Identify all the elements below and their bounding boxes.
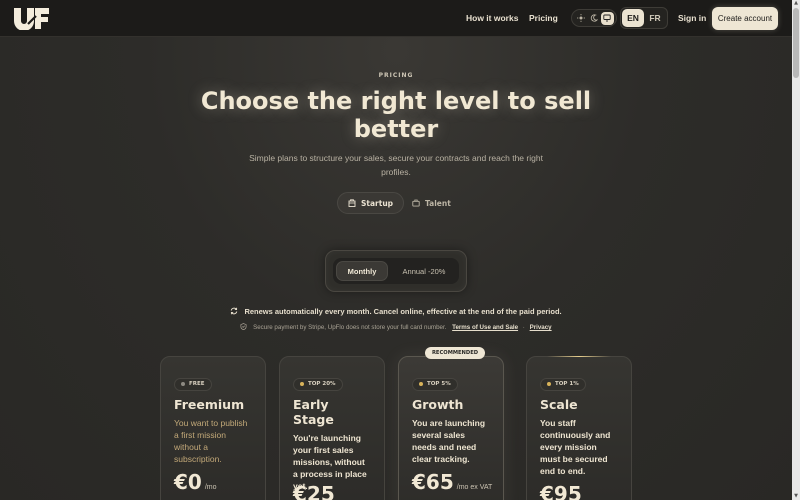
plan-price-value: €95 [540, 482, 582, 500]
plan-card-growth[interactable]: TOP 5% Growth You are launching several … [398, 356, 504, 500]
audience-tab-label: Startup [361, 198, 394, 208]
billing-monthly-button[interactable]: Monthly [336, 261, 388, 281]
scrollbar-thumb[interactable] [793, 8, 799, 78]
briefcase-icon [412, 199, 420, 207]
scroll-down-arrow-icon[interactable]: ▼ [792, 493, 800, 500]
terms-link[interactable]: Terms of Use and Sale [452, 324, 518, 331]
sign-in-link[interactable]: Sign in [678, 13, 706, 23]
plan-price-unit: /mo ex VAT [456, 484, 493, 491]
plan-name: Freemium [174, 396, 245, 412]
card-top-glow [547, 356, 611, 357]
create-account-button[interactable]: Create account [712, 7, 778, 30]
dot-icon [547, 382, 551, 386]
dot-icon [300, 382, 304, 386]
language-switcher: EN FR [620, 7, 668, 29]
renewal-note: Renews automatically every month. Cancel… [0, 307, 792, 316]
plan-tier-label: FREE [189, 381, 205, 387]
plan-name: Early Stage [293, 396, 334, 427]
billing-track: Monthly Annual -20% [333, 258, 459, 284]
upflo-logo[interactable] [13, 7, 50, 30]
plan-tier-badge: FREE [174, 377, 212, 391]
plan-card-freemium[interactable]: FREE Freemium You want to publish a firs… [160, 356, 266, 500]
nav-pricing[interactable]: Pricing [529, 13, 558, 23]
plan-price-unit: /mo [204, 484, 217, 491]
audience-tab-label: Talent [425, 198, 451, 208]
dot-icon [181, 382, 185, 386]
plan-price: €0/mo [174, 470, 217, 494]
plan-price-value: €25 [293, 482, 335, 500]
plan-tier-label: TOP 20% [308, 381, 336, 387]
plan-price: €95 [540, 482, 585, 500]
renewal-text: Renews automatically every month. Cancel… [244, 307, 562, 316]
plan-tier-badge: TOP 1% [540, 377, 586, 391]
recommended-badge: RECOMMENDED [425, 347, 485, 359]
shield-icon [240, 323, 247, 331]
link-separator: · [522, 324, 525, 331]
sun-icon[interactable] [574, 12, 587, 25]
plan-tier-label: TOP 1% [555, 381, 579, 387]
plan-price-value: €0 [174, 470, 202, 494]
billing-annual-button[interactable]: Annual -20% [393, 261, 455, 281]
dot-icon [419, 382, 423, 386]
plan-tier-badge: TOP 5% [412, 377, 458, 391]
plan-card-scale[interactable]: TOP 1% Scale You staff continuously and … [526, 356, 632, 500]
plan-name: Growth [412, 396, 464, 412]
plan-tier-badge: TOP 20% [293, 377, 343, 391]
pricing-page: How it works Pricing EN FR Sign in Creat… [0, 0, 792, 500]
plan-price-value: €65 [412, 470, 454, 494]
audience-tab-talent[interactable]: Talent [402, 192, 461, 214]
lang-en[interactable]: EN [622, 9, 644, 27]
page-title: Choose the right level to sell better [200, 87, 592, 143]
plan-price: €65/mo ex VAT [412, 470, 492, 494]
top-nav: How it works Pricing EN FR Sign in Creat… [0, 0, 792, 37]
audience-tab-startup[interactable]: Startup [337, 192, 405, 214]
plan-description: You want to publish a first mission with… [174, 417, 248, 464]
plan-name: Scale [540, 396, 578, 412]
lang-fr[interactable]: FR [644, 9, 666, 27]
building-icon [348, 199, 356, 207]
plan-card-early-stage[interactable]: TOP 20% Early Stage You're launching you… [279, 356, 385, 500]
secure-text: Secure payment by Stripe, UpFlo does not… [253, 324, 447, 331]
plan-tier-label: TOP 5% [427, 381, 451, 387]
theme-switcher [571, 9, 617, 27]
plan-price: €25 [293, 482, 338, 500]
section-eyebrow: PRICING [378, 72, 414, 79]
page-subtitle: Simple plans to structure your sales, se… [249, 153, 543, 177]
scroll-up-arrow-icon[interactable]: ▲ [792, 0, 800, 7]
nav-how-it-works[interactable]: How it works [466, 13, 518, 23]
refresh-icon [231, 307, 238, 315]
privacy-link[interactable]: Privacy [530, 324, 552, 331]
moon-icon[interactable] [587, 12, 600, 25]
plan-description: You are launching several sales needs an… [412, 417, 486, 464]
monitor-icon[interactable] [600, 11, 614, 25]
plan-description: You staff continuously and every mission… [540, 417, 611, 476]
page-scrollbar[interactable]: ▲ ▼ [792, 0, 800, 500]
billing-period-switch: Monthly Annual -20% [325, 250, 467, 292]
secure-payment-note: Secure payment by Stripe, UpFlo does not… [0, 323, 792, 331]
